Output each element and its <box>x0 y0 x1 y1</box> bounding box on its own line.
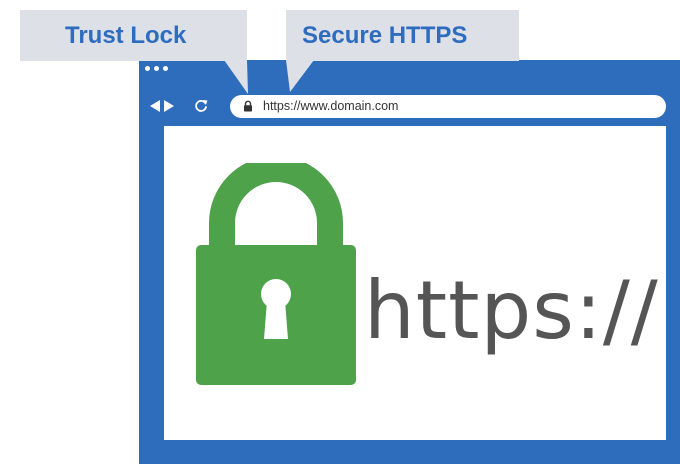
trust-lock-callout: Trust Lock <box>20 10 247 61</box>
back-forward-arrows-icon[interactable] <box>149 99 175 113</box>
address-bar[interactable]: https://www.domain.com <box>230 95 666 118</box>
trust-lock-pointer <box>224 60 248 94</box>
secure-https-label: Secure HTTPS <box>302 22 468 49</box>
https-protocol-text: https:// <box>364 264 659 357</box>
window-dot <box>154 65 159 71</box>
reload-icon[interactable] <box>193 98 209 114</box>
secure-https-callout: Secure HTTPS <box>286 10 519 61</box>
padlock-icon <box>196 163 356 385</box>
window-dot <box>145 65 150 71</box>
address-url: https://www.domain.com <box>263 99 399 113</box>
back-forward-buttons[interactable] <box>149 99 175 113</box>
window-controls-dots-icon[interactable] <box>145 64 168 72</box>
lock-icon <box>244 100 252 112</box>
trust-lock-label: Trust Lock <box>65 22 187 49</box>
secure-https-pointer <box>286 60 314 92</box>
reload-button[interactable] <box>193 98 209 114</box>
window-dot <box>163 65 168 71</box>
